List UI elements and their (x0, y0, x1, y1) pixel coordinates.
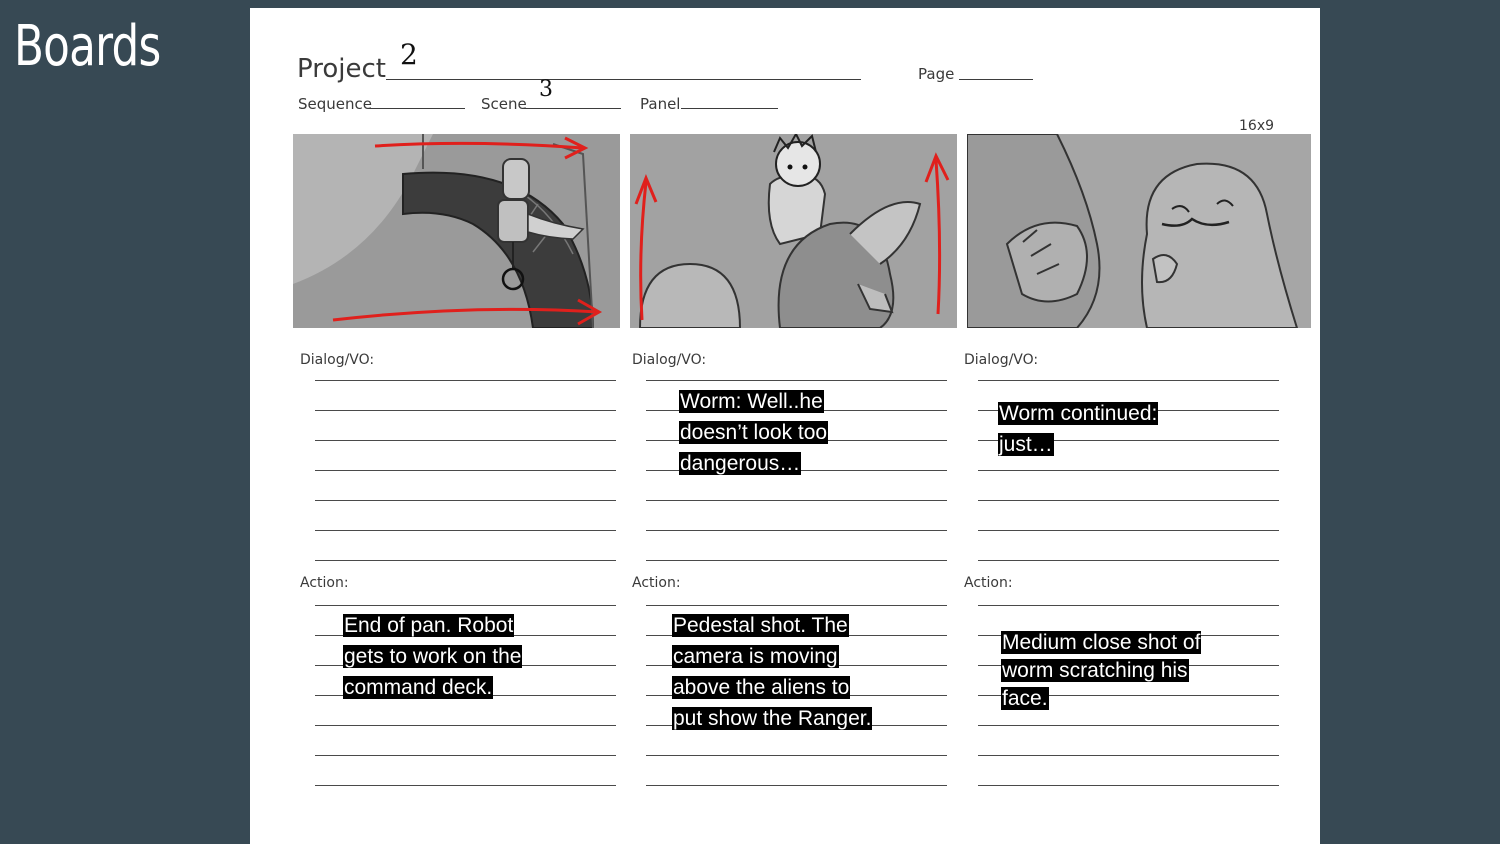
project-line (386, 79, 861, 80)
panel-line (681, 108, 778, 109)
action-line: End of pan. Robot (343, 614, 515, 637)
robot-sketch (293, 134, 620, 328)
dialog-rule-1 (315, 560, 616, 561)
dialog-label-1: Dialog/VO: (300, 352, 375, 368)
action-rule-2 (646, 785, 947, 786)
storyboard-sheet: Project 2 Page Sequence Scene 3 Panel 16… (250, 8, 1320, 844)
dialog-line: dangerous… (679, 452, 802, 475)
dialog-rule-1 (315, 380, 616, 381)
action-rule-1 (315, 725, 616, 726)
ranger-sketch (630, 134, 957, 328)
dialog-note-3: Worm continued: just… (998, 398, 1159, 460)
dialog-label-2: Dialog/VO: (632, 352, 707, 368)
sequence-label: Sequence (298, 95, 372, 113)
dialog-rule-2 (646, 500, 947, 501)
action-line: face. (1001, 687, 1049, 710)
action-line: above the aliens to (672, 676, 851, 699)
dialog-rule-2 (646, 530, 947, 531)
action-rule-2 (646, 755, 947, 756)
action-line: gets to work on the (343, 645, 523, 668)
dialog-label-3: Dialog/VO: (964, 352, 1039, 368)
dialog-rule-3 (978, 560, 1279, 561)
action-rule-1 (315, 785, 616, 786)
scene-value: 3 (539, 77, 553, 102)
action-rule-3 (978, 725, 1279, 726)
dialog-rule-3 (978, 530, 1279, 531)
action-rule-3 (978, 605, 1279, 606)
action-note-2: Pedestal shot. The camera is moving abov… (672, 610, 873, 734)
dialog-rule-1 (315, 470, 616, 471)
action-rule-3 (978, 785, 1279, 786)
action-label-1: Action: (300, 575, 349, 591)
dialog-rule-3 (978, 470, 1279, 471)
action-rule-3 (978, 755, 1279, 756)
dialog-rule-1 (315, 500, 616, 501)
dialog-rule-3 (978, 500, 1279, 501)
action-rule-1 (315, 605, 616, 606)
action-line: Pedestal shot. The (672, 614, 849, 637)
scene-label: Scene (481, 95, 527, 113)
sequence-line (368, 108, 465, 109)
action-line: command deck. (343, 676, 494, 699)
dialog-rule-3 (978, 380, 1279, 381)
storyboard-panel-2 (630, 134, 957, 328)
storyboard-panel-3 (967, 134, 1311, 328)
project-value: 2 (400, 38, 418, 71)
dialog-line: Worm continued: (998, 402, 1159, 425)
storyboard-panel-1 (293, 134, 620, 328)
scene-line (524, 108, 621, 109)
page-label: Page (918, 65, 955, 83)
aspect-label: 16x9 (1239, 118, 1275, 134)
dialog-line: Worm: Well..he (679, 390, 824, 413)
action-line: Medium close shot of (1001, 631, 1202, 654)
dialog-rule-2 (646, 380, 947, 381)
action-line: worm scratching his (1001, 659, 1189, 682)
action-label-2: Action: (632, 575, 681, 591)
action-label-3: Action: (964, 575, 1013, 591)
dialog-rule-1 (315, 530, 616, 531)
action-line: camera is moving (672, 645, 839, 668)
dialog-line: doesn’t look too (679, 421, 829, 444)
action-note-1: End of pan. Robot gets to work on the co… (343, 610, 523, 703)
action-rule-1 (315, 755, 616, 756)
page-line (959, 79, 1033, 80)
action-note-3: Medium close shot of worm scratching his… (1001, 629, 1202, 713)
dialog-rule-2 (646, 560, 947, 561)
worm-sketch (967, 134, 1311, 328)
dialog-rule-1 (315, 440, 616, 441)
dialog-note-2: Worm: Well..he doesn’t look too dangerou… (679, 386, 829, 479)
action-line: put show the Ranger. (672, 707, 873, 730)
slide-title: Boards (14, 14, 161, 79)
panel-label: Panel (640, 95, 681, 113)
project-label: Project (297, 54, 386, 84)
action-rule-2 (646, 605, 947, 606)
dialog-line: just… (998, 433, 1054, 456)
dialog-rule-1 (315, 410, 616, 411)
